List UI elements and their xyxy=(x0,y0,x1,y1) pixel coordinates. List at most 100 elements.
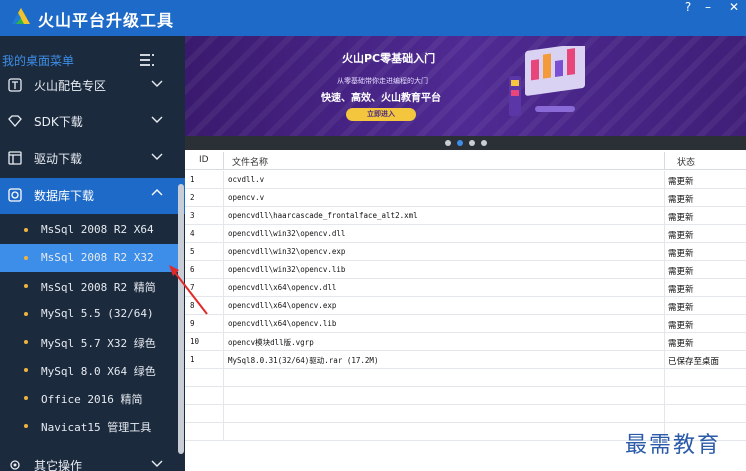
app-logo-icon xyxy=(12,8,30,24)
sub-item-label: Office 2016 精简 xyxy=(41,393,143,406)
close-button[interactable]: ✕ xyxy=(722,0,746,16)
banner-slogan: 快速、高效、火山教育平台 xyxy=(321,93,441,104)
sub-item[interactable]: MySql 8.0 X64 绿色 xyxy=(0,356,178,384)
bullet-icon xyxy=(24,284,28,288)
header-divider xyxy=(664,152,665,170)
carousel-indicator xyxy=(185,136,746,150)
sub-item-label: Navicat15 管理工具 xyxy=(41,421,152,434)
row-id: 10 xyxy=(190,337,200,346)
table-row[interactable]: 9 opencvdll\x64\opencv.lib 需更新 xyxy=(185,315,746,333)
sub-item[interactable]: MsSql 2008 R2 精简 xyxy=(0,272,178,300)
category-label: SDK下载 xyxy=(34,115,83,129)
menu-toggle-icon[interactable] xyxy=(140,52,154,66)
chevron-down-icon xyxy=(151,116,163,123)
window-icon xyxy=(8,151,22,165)
app-title: 火山平台升级工具 xyxy=(38,11,175,30)
text-box-icon xyxy=(8,78,22,92)
banner-enter-button[interactable]: 立即进入 xyxy=(346,108,416,121)
row-file-name: opencvdll\win32\opencv.lib xyxy=(228,265,346,274)
row-file-name: MySql8.0.31(32/64)驱动.rar (17.2M) xyxy=(228,356,379,365)
row-status: 需更新 xyxy=(668,267,694,277)
row-status: 需更新 xyxy=(668,321,694,331)
carousel-dot-active[interactable] xyxy=(457,140,463,146)
banner-title: 火山PC零基础入门 xyxy=(342,52,436,65)
sub-item-label: MsSql 2008 R2 X32 xyxy=(41,251,154,264)
bullet-icon xyxy=(24,340,28,344)
row-id: 1 xyxy=(190,355,195,364)
minimize-button[interactable]: – xyxy=(696,0,720,16)
table-row[interactable]: 3 opencvdll\haarcascade_frontalface_alt2.… xyxy=(185,207,746,225)
title-bar: 火山平台升级工具 ? – ✕ xyxy=(0,0,746,36)
sub-item[interactable]: MySql 5.7 X32 绿色 xyxy=(0,328,178,356)
table-row[interactable]: 1 ocvdll.v 需更新 xyxy=(185,171,746,189)
row-status: 需更新 xyxy=(668,195,694,205)
bullet-icon xyxy=(24,256,28,260)
table-row-empty xyxy=(185,405,746,423)
category-color-zone[interactable]: 火山配色专区 xyxy=(0,68,185,102)
main-panel: 火山PC零基础入门 从零基础带你走进编程的大门 快速、高效、火山教育平台 立即进… xyxy=(185,36,746,471)
category-label: 数据库下载 xyxy=(34,189,95,203)
carousel-dot[interactable] xyxy=(445,140,451,146)
gear-icon xyxy=(10,460,20,470)
row-status: 需更新 xyxy=(668,249,694,259)
table-row[interactable]: 2 opencv.v 需更新 xyxy=(185,189,746,207)
row-status: 需更新 xyxy=(668,303,694,313)
row-id: 3 xyxy=(190,211,195,220)
bullet-icon xyxy=(24,424,28,428)
banner-subtitle: 从零基础带你走进编程的大门 xyxy=(337,77,428,85)
table-row-empty xyxy=(185,387,746,405)
carousel-dot[interactable] xyxy=(481,140,487,146)
sub-item-selected[interactable]: MsSql 2008 R2 X32 xyxy=(0,244,178,272)
category-label: 火山配色专区 xyxy=(34,79,107,93)
table-row[interactable]: 7 opencvdll\x64\opencv.dll 需更新 xyxy=(185,279,746,297)
watermark: 最需教育 xyxy=(625,433,722,458)
row-file-name: opencvdll\win32\opencv.exp xyxy=(228,247,346,256)
banner-pattern xyxy=(185,36,746,136)
sub-item-label: MsSql 2008 R2 X64 xyxy=(41,223,154,236)
row-file-name: opencv.v xyxy=(228,193,265,202)
header-name: 文件名称 xyxy=(232,158,269,168)
row-file-name: ocvdll.v xyxy=(228,175,265,184)
sidebar-header: 我的桌面菜单 xyxy=(0,50,185,70)
row-id: 1 xyxy=(190,175,195,184)
row-status: 需更新 xyxy=(668,339,694,349)
table-row[interactable]: 4 opencvdll\win32\opencv.dll 需更新 xyxy=(185,225,746,243)
table-row[interactable]: 10 opencv模块dll版.vgrp 需更新 xyxy=(185,333,746,351)
carousel-dot[interactable] xyxy=(469,140,475,146)
category-database[interactable]: 数据库下载 xyxy=(0,178,185,214)
sub-item[interactable]: MySql 5.5 (32/64) xyxy=(0,300,178,328)
bullet-icon xyxy=(24,368,28,372)
row-id: 4 xyxy=(190,229,195,238)
table-header: ID 文件名称 状态 xyxy=(185,152,746,170)
row-file-name: opencv模块dll版.vgrp xyxy=(228,338,314,347)
row-status: 需更新 xyxy=(668,285,694,295)
bullet-icon xyxy=(24,312,28,316)
category-drivers[interactable]: 驱动下载 xyxy=(0,141,185,175)
chevron-down-icon xyxy=(151,80,163,87)
annotation-arrow-icon xyxy=(169,265,208,315)
sub-item-label: MySql 8.0 X64 绿色 xyxy=(41,365,156,378)
header-id: ID xyxy=(199,155,209,165)
row-id: 5 xyxy=(190,247,195,256)
category-label: 驱动下载 xyxy=(34,152,83,166)
table-row[interactable]: 6 opencvdll\win32\opencv.lib 需更新 xyxy=(185,261,746,279)
sub-item[interactable]: MsSql 2008 R2 X64 xyxy=(0,216,178,244)
sub-item[interactable]: Office 2016 精简 xyxy=(0,384,178,412)
chevron-down-icon xyxy=(151,153,163,160)
table-row[interactable]: 1 MySql8.0.31(32/64)驱动.rar (17.2M) 已保存至桌面 xyxy=(185,351,746,369)
sub-item[interactable]: Navicat15 管理工具 xyxy=(0,412,178,440)
row-status: 已保存至桌面 xyxy=(668,357,720,367)
category-label: 其它操作 xyxy=(34,459,83,471)
database-icon xyxy=(8,188,22,202)
table-row[interactable]: 8 opencvdll\x64\opencv.exp 需更新 xyxy=(185,297,746,315)
category-sdk[interactable]: SDK下载 xyxy=(0,104,185,138)
table-row[interactable]: 5 opencvdll\win32\opencv.exp 需更新 xyxy=(185,243,746,261)
row-file-name: opencvdll\x64\opencv.lib xyxy=(228,319,337,328)
sub-item-label: MySql 5.5 (32/64) xyxy=(41,307,154,320)
promo-banner[interactable]: 火山PC零基础入门 从零基础带你走进编程的大门 快速、高效、火山教育平台 立即进… xyxy=(185,36,746,136)
header-status: 状态 xyxy=(677,158,696,168)
category-other[interactable]: 其它操作 xyxy=(0,448,185,471)
row-status: 需更新 xyxy=(668,177,694,187)
row-status: 需更新 xyxy=(668,213,694,223)
chevron-up-icon xyxy=(151,189,163,196)
